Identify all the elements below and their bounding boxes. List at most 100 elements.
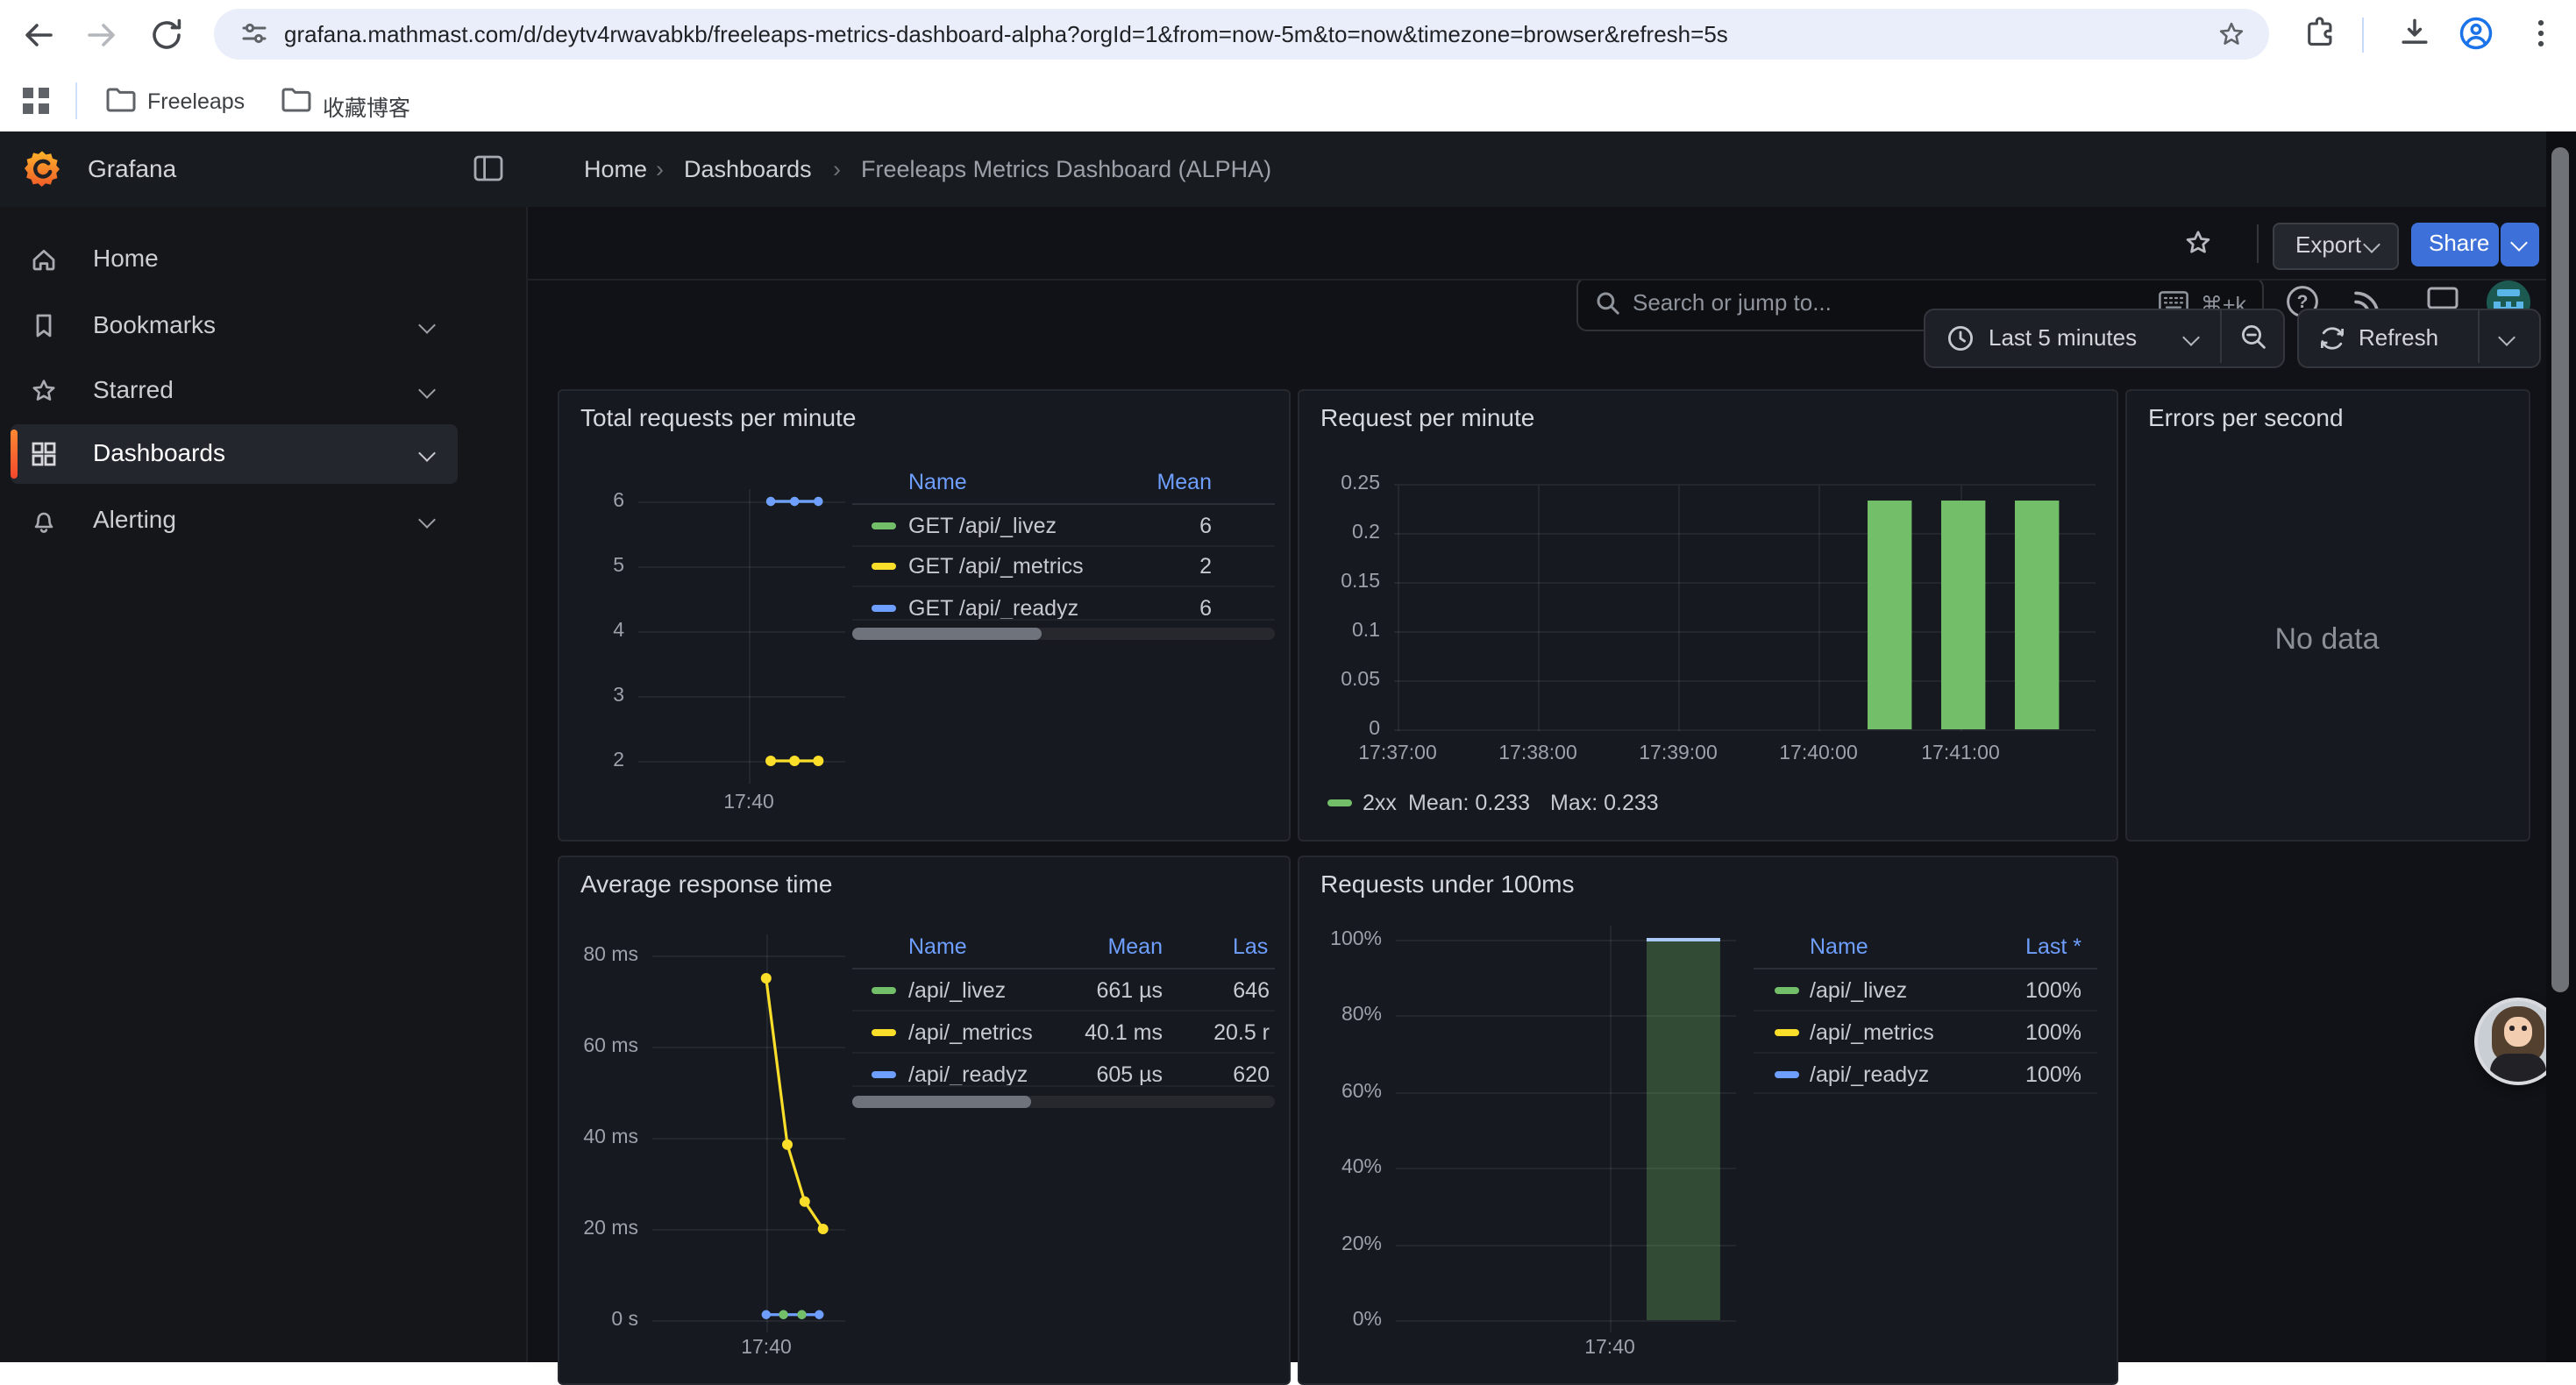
share-menu-button[interactable]	[2501, 223, 2539, 266]
panel-title[interactable]: Errors per second	[2148, 403, 2344, 431]
search-placeholder: Search or jump to...	[1633, 289, 1832, 316]
table-scrollbar-thumb[interactable]	[852, 628, 1042, 640]
series-name[interactable]: GET /api/_metrics	[908, 554, 1084, 579]
y-tick: 0.05	[1310, 670, 1380, 691]
export-button[interactable]: Export	[2273, 223, 2399, 270]
refresh-icon[interactable]	[2318, 324, 2346, 352]
column-header-mean[interactable]: Mean	[1087, 470, 1212, 494]
series-name[interactable]: /api/_livez	[908, 978, 1006, 1003]
bookmark-star-icon[interactable]	[2215, 18, 2248, 51]
dashboards-grid-icon	[30, 440, 58, 468]
row-separator	[852, 619, 1275, 621]
column-header-last[interactable]: Last *	[1929, 934, 2081, 959]
chevron-down-icon[interactable]	[2498, 329, 2516, 346]
series-name[interactable]: /api/_metrics	[1810, 1020, 1934, 1045]
series-name[interactable]: GET /api/_livez	[908, 514, 1057, 538]
time-range-label[interactable]: Last 5 minutes	[1989, 324, 2137, 351]
column-header-mean[interactable]: Mean	[1052, 934, 1163, 959]
sidebar-item-alerting[interactable]: Alerting	[11, 491, 458, 550]
bookmark-icon	[30, 312, 58, 340]
panel-title[interactable]: Request per minute	[1320, 403, 1534, 431]
series-name[interactable]: /api/_metrics	[908, 1020, 1033, 1045]
y-tick: 60%	[1312, 1082, 1382, 1103]
series-last: 620	[1178, 1062, 1270, 1087]
page-scrollbar-thumb[interactable]	[2551, 147, 2569, 992]
breadcrumb-dashboards[interactable]: Dashboards	[684, 156, 812, 182]
panel-title[interactable]: Average response time	[580, 870, 832, 898]
folder-icon[interactable]	[281, 86, 312, 114]
actions-divider	[2257, 224, 2259, 263]
row-separator	[852, 586, 1275, 587]
column-header-name[interactable]: Name	[1810, 934, 1868, 959]
panel-errors-per-second	[2125, 389, 2530, 842]
series-name[interactable]: /api/_readyz	[908, 1062, 1028, 1087]
folder-icon[interactable]	[105, 86, 137, 114]
series-mean: 40.1 ms	[1052, 1020, 1163, 1045]
series-name[interactable]: /api/_livez	[1810, 978, 1907, 1003]
y-tick: 40 ms	[568, 1127, 638, 1148]
series-mean: 605 µs	[1052, 1062, 1163, 1087]
sidebar-item-dashboards[interactable]: Dashboards	[11, 424, 458, 484]
favorite-star-icon[interactable]	[2183, 228, 2213, 258]
sidebar-item-bookmarks[interactable]: Bookmarks	[11, 296, 458, 356]
group-divider	[2220, 310, 2222, 363]
series-swatch	[872, 987, 896, 994]
apps-grid-icon[interactable]	[21, 86, 51, 116]
grafana-logo[interactable]	[23, 149, 61, 188]
series-swatch	[872, 522, 896, 529]
chevron-down-icon[interactable]	[418, 381, 436, 399]
sidebar-border	[526, 207, 528, 1362]
breadcrumb-separator: ›	[833, 156, 841, 182]
browser-menu-icon[interactable]	[2522, 14, 2564, 56]
site-settings-icon[interactable]	[238, 18, 270, 49]
x-tick: 17:40:00	[1779, 743, 1858, 764]
series-last: 100%	[1929, 1020, 2081, 1045]
bookmark-folder-label[interactable]: 收藏博客	[323, 89, 410, 123]
series-name[interactable]: GET /api/_readyz	[908, 596, 1078, 621]
series-name[interactable]: /api/_readyz	[1810, 1062, 1929, 1087]
share-button[interactable]: Share	[2411, 223, 2499, 266]
x-tick: 17:41:00	[1921, 743, 2000, 764]
download-icon[interactable]	[2395, 14, 2437, 56]
sidebar-item-starred[interactable]: Starred	[11, 361, 458, 421]
bookmarks-bar: Freeleaps 收藏博客	[0, 70, 2576, 133]
column-header-last[interactable]: Las	[1233, 934, 1268, 959]
url-text[interactable]: grafana.mathmast.com/d/deytv4rwavabkb/fr…	[284, 21, 1728, 47]
chart-pct	[1399, 940, 1733, 1320]
reload-icon[interactable]	[146, 14, 188, 56]
forward-icon[interactable]	[81, 14, 123, 56]
series-last: 100%	[1929, 1062, 2081, 1087]
chevron-down-icon[interactable]	[418, 316, 436, 334]
legend-series[interactable]: 2xx	[1363, 791, 1397, 815]
bookmark-folder-label[interactable]: Freeleaps	[147, 89, 245, 114]
y-tick: 80%	[1312, 1005, 1382, 1026]
sidebar-item-home[interactable]: Home	[11, 230, 458, 289]
column-header-name[interactable]: Name	[908, 934, 967, 959]
bookmarks-divider	[75, 82, 77, 119]
table-header-line	[852, 968, 1275, 970]
sidebar-toggle-icon[interactable]	[473, 154, 503, 182]
series-swatch	[872, 1071, 896, 1078]
y-tick: 0	[1310, 719, 1380, 740]
chevron-down-icon[interactable]	[2182, 329, 2200, 346]
row-separator	[852, 1085, 1275, 1087]
extensions-icon[interactable]	[2301, 14, 2343, 56]
zoom-out-icon[interactable]	[2239, 323, 2269, 352]
column-header-name[interactable]: Name	[908, 470, 967, 494]
url-bar[interactable]: grafana.mathmast.com/d/deytv4rwavabkb/fr…	[214, 9, 2269, 60]
table-scrollbar-thumb[interactable]	[852, 1096, 1031, 1108]
refresh-label[interactable]: Refresh	[2359, 324, 2438, 351]
sidebar: Home Bookmarks Starred Dashboards Alerti…	[0, 207, 526, 1362]
chevron-down-icon[interactable]	[418, 511, 436, 529]
panel-title[interactable]: Total requests per minute	[580, 403, 856, 431]
clock-icon	[1946, 324, 1975, 352]
active-indicator	[11, 430, 17, 479]
brand-label[interactable]: Grafana	[88, 154, 176, 182]
gridline	[1394, 729, 2096, 731]
chevron-down-icon[interactable]	[418, 444, 436, 462]
y-tick: 60 ms	[568, 1036, 638, 1057]
panel-title[interactable]: Requests under 100ms	[1320, 870, 1575, 898]
browser-profile-icon[interactable]	[2457, 14, 2499, 56]
breadcrumb-home[interactable]: Home	[584, 156, 647, 182]
back-icon[interactable]	[18, 14, 60, 56]
